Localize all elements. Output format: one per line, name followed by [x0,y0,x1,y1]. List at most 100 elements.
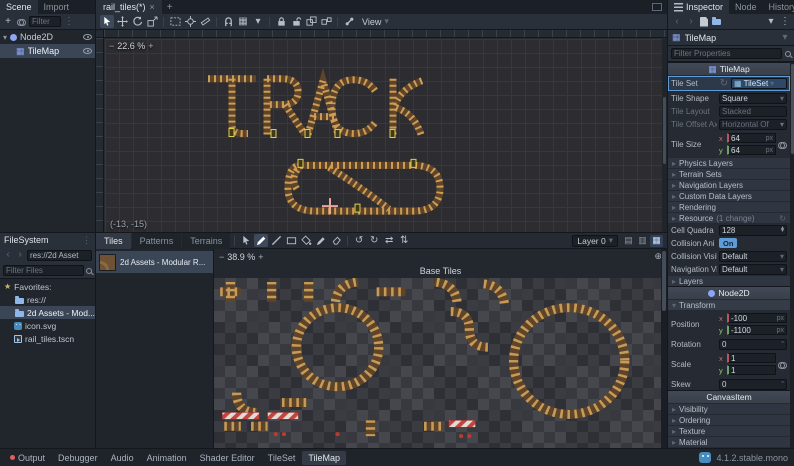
unlock-object-button[interactable] [289,15,303,28]
prop-position[interactable]: Position x -100 px y -1100 px [668,310,790,337]
scale-y-field[interactable]: 1 [727,365,776,375]
link-values-icon[interactable] [778,141,787,149]
tile-size-x-field[interactable]: 64 px [727,133,776,143]
new-resource-icon[interactable] [700,16,708,27]
tab-tiles[interactable]: Tiles [96,232,131,249]
fs-item-2d-assets[interactable]: 2d Assets - Mod... [0,306,95,319]
ruler-tool-button[interactable] [198,15,212,28]
tab-scene[interactable]: Scene [0,0,38,14]
group-ordering[interactable]: ▸ Ordering [668,414,790,425]
atlas-grid-toggle[interactable]: ▦ [650,234,663,247]
tab-node[interactable]: Node [729,0,763,14]
close-tab-icon[interactable]: × [150,2,155,12]
highlight-layer-toggle[interactable]: ▤ [622,235,635,247]
grid-snap-button[interactable]: ▦ [236,15,250,28]
collision-animatable-toggle[interactable]: On [719,238,738,248]
snap-options-chevron[interactable]: ▾ [251,15,265,28]
group-custom-data-layers[interactable]: ▸ Custom Data Layers [668,190,790,201]
group-terrain-sets[interactable]: ▸ Terrain Sets [668,168,790,179]
zoom-level[interactable]: 22.6 % [117,41,145,51]
smart-snap-magnet-button[interactable] [221,15,235,28]
load-resource-icon[interactable] [712,16,721,25]
tab-import[interactable]: Import [38,0,76,14]
group-object-button[interactable] [304,15,318,28]
inspector-menu-button[interactable]: ⋮ [780,16,790,27]
fs-item-res-root[interactable]: res:// [0,293,95,306]
atlas-zoom-in-button[interactable]: + [258,252,263,262]
rect-select-tool-button[interactable] [168,15,182,28]
tile-eraser-tool-button[interactable] [329,234,343,247]
prop-cell-quadrant-size[interactable]: Cell Quadra 128 ▴ ▾ [668,223,790,236]
tree-node-tilemap[interactable]: ▦ TileMap [0,44,95,58]
scale-x-field[interactable]: 1 [727,353,776,363]
revert-property-icon[interactable]: ↻ [719,78,729,89]
grid-view-toggle[interactable]: ▥ [636,235,649,247]
2d-viewport[interactable]: − 22.6 % + (-13, -15) [96,30,667,232]
section-header-tilemap[interactable]: ▦ TileMap [668,62,790,75]
select-tool-button[interactable] [100,15,114,28]
tile-source-item[interactable]: 2d Assets - Modular R... [96,251,213,273]
fs-path-breadcrumb[interactable]: res://2d Asset [27,249,92,261]
history-forward-button[interactable]: › [686,16,696,27]
tile-rotate-left-button[interactable]: ↺ [352,234,366,247]
fs-item-icon-svg[interactable]: icon.svg [0,319,95,332]
bottom-panel-tileset[interactable]: TileSet [262,451,302,465]
layer-select-dropdown[interactable]: Layer 0 ▾ [572,234,618,247]
tile-atlas[interactable] [214,278,667,448]
tile-flip-v-button[interactable]: ⇅ [397,234,411,247]
scrollbar-thumb[interactable] [790,64,794,154]
fs-item-rail-tiles-tscn[interactable]: rail_tiles.tscn [0,332,95,345]
atlas-zoom-level[interactable]: 38.9 % [227,252,255,262]
tile-size-y-field[interactable]: 64 px [727,145,776,155]
distraction-free-icon[interactable] [652,3,662,11]
object-options-chevron[interactable]: ▾ [780,32,790,43]
lock-object-button[interactable] [274,15,288,28]
tab-terrains[interactable]: Terrains [182,232,231,249]
prop-skew[interactable]: Skew 0 ° [668,377,790,390]
cell-quadrant-spinbox[interactable]: 128 ▴ ▾ [719,224,787,236]
filesystem-menu-icon[interactable]: ⋮ [82,235,91,246]
tile-paint-tool-button[interactable] [254,234,269,247]
filter-properties-input[interactable] [671,48,782,59]
fs-back-button[interactable]: ‹ [3,250,13,260]
group-resource[interactable]: ▸ Resource (1 change) ↻ [668,212,790,223]
group-rendering[interactable]: ▸ Rendering [668,201,790,212]
atlas-zoom-out-button[interactable]: − [219,252,224,262]
tile-picker-tool-button[interactable] [314,234,328,247]
fs-forward-button[interactable]: › [15,250,25,260]
spin-down-icon[interactable]: ▾ [781,228,784,234]
inspector-scrollbar[interactable] [790,62,794,448]
group-visibility[interactable]: ▸ Visibility [668,403,790,414]
history-back-button[interactable]: ‹ [672,16,682,27]
view-menu[interactable]: View ▾ [357,16,394,27]
scene-filter-input[interactable] [29,16,61,27]
tile-bucket-tool-button[interactable] [299,234,313,247]
position-y-field[interactable]: -1100 px [727,325,787,335]
position-x-field[interactable]: -100 px [727,313,787,323]
link-values-icon[interactable] [778,361,787,369]
bottom-panel-shader-editor[interactable]: Shader Editor [194,451,261,465]
prop-tile-set[interactable]: Tile Set ↻ ▦ TileSet ▾ [668,75,790,91]
ungroup-object-button[interactable] [319,15,333,28]
tab-inspector[interactable]: Inspector [668,0,730,14]
group-navigation-layers[interactable]: ▸ Navigation Layers [668,179,790,190]
section-header-node2d[interactable]: Node2D [668,286,790,299]
tab-history[interactable]: History [763,0,794,14]
resource-options-chevron[interactable]: ▾ [766,16,776,27]
prop-scale[interactable]: Scale x 1 y 1 [668,350,790,377]
section-header-canvasitem[interactable]: CanvasItem [668,390,790,403]
tileset-resource-dropdown[interactable]: ▦ TileSet ▾ [731,78,787,89]
tile-shape-dropdown[interactable]: Square ▾ [719,92,787,104]
zoom-out-button[interactable]: − [109,41,114,51]
rotation-spinbox[interactable]: 0 ° [719,338,787,350]
group-texture[interactable]: ▸ Texture [668,425,790,436]
prop-rotation[interactable]: Rotation 0 ° [668,337,790,350]
tab-patterns[interactable]: Patterns [131,232,182,249]
prop-tile-offset-axis[interactable]: Tile Offset Axis Horizontal Of ▾ [668,117,790,130]
bottom-panel-debugger[interactable]: Debugger [52,451,104,465]
bottom-panel-animation[interactable]: Animation [141,451,193,465]
tile-rect-tool-button[interactable] [284,234,298,247]
bottom-panel-audio[interactable]: Audio [105,451,140,465]
navigation-visibility-dropdown[interactable]: Default ▾ [719,263,787,275]
move-tool-button[interactable] [115,15,129,28]
